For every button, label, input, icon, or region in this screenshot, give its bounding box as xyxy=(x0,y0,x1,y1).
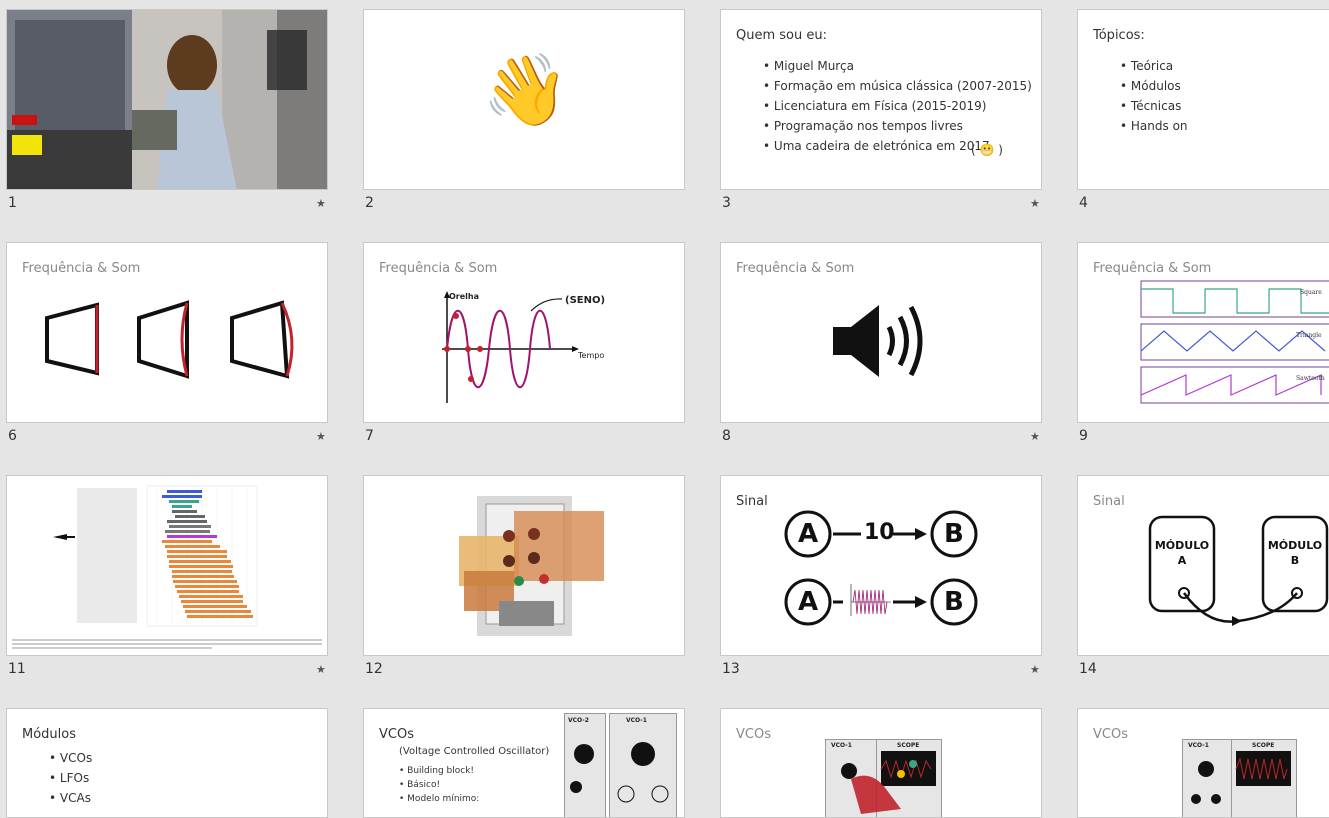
bullet: Teórica xyxy=(1120,59,1188,73)
wave-label-square: Square xyxy=(1300,289,1322,296)
scope-screen xyxy=(1191,751,1291,804)
star-icon: ★ xyxy=(1030,663,1040,676)
scope-screen xyxy=(841,751,936,814)
slide-thumbnail-15[interactable]: Módulos VCOs LFOs VCAs xyxy=(6,708,328,818)
slide-thumbnail-4[interactable]: Tópicos: Teórica Módulos Técnicas Hands … xyxy=(1077,9,1329,190)
slide-thumbnail-17[interactable]: VCOs VCO-1 SCOPE xyxy=(720,708,1042,818)
bullet: VCAs xyxy=(49,791,92,805)
slide-number: 14 xyxy=(1079,661,1097,677)
axis-label-ear: Orelha xyxy=(449,292,480,301)
wave-label-sawtooth: Sawtooth xyxy=(1296,375,1325,382)
hearing-range-chart xyxy=(12,485,322,649)
slide-thumbnail-13[interactable]: Sinal A B A B 10 xyxy=(720,475,1042,656)
module-label-line: A xyxy=(1177,554,1187,567)
bullet: Programação nos tempos livres xyxy=(763,119,1032,133)
slide-number: 3 xyxy=(722,195,731,211)
bullet: Hands on xyxy=(1120,119,1188,133)
slide-number: 6 xyxy=(8,428,17,444)
wave-label-triangle: Triangle xyxy=(1296,332,1322,339)
bullet: LFOs xyxy=(49,771,92,785)
star-icon: ★ xyxy=(1030,197,1040,210)
slide-thumbnail-9[interactable]: Frequência & Som Square Triangle Sawtoot… xyxy=(1077,242,1329,423)
slide-title: Módulos xyxy=(22,727,76,742)
slide-number: 9 xyxy=(1079,428,1088,444)
slide-number: 2 xyxy=(365,195,374,211)
slide-number: 12 xyxy=(365,661,383,677)
bullet: VCOs xyxy=(49,751,92,765)
speaker-cone-diagram xyxy=(45,300,294,379)
slide-number: 1 xyxy=(8,195,17,211)
speaker-volume-icon xyxy=(833,305,923,377)
bullet: Técnicas xyxy=(1120,99,1188,113)
star-icon: ★ xyxy=(316,663,326,676)
bullet: Módulos xyxy=(1120,79,1188,93)
bullet-list: VCOs LFOs VCAs xyxy=(49,751,92,811)
slide-number: 13 xyxy=(722,661,740,677)
slide-thumbnail-7[interactable]: Frequência & Som Orelha (SENO) Tempo xyxy=(363,242,685,423)
slide-thumbnail-16[interactable]: VCOs (Voltage Controlled Oscillator) Bui… xyxy=(363,708,685,818)
letter-a: A xyxy=(798,587,819,617)
signal-diagram xyxy=(784,510,978,626)
slide-number: 11 xyxy=(8,661,26,677)
slide-title: Tópicos: xyxy=(1093,28,1145,43)
module-photo-collage xyxy=(459,496,604,636)
bullet-list: Teórica Módulos Técnicas Hands on xyxy=(1120,59,1188,139)
bullet: Formação em música clássica (2007-2015) xyxy=(763,79,1032,93)
slide-number: 8 xyxy=(722,428,731,444)
slide-title: Quem sou eu: xyxy=(736,28,827,43)
module-a-label: MÓDULO A xyxy=(1150,538,1214,568)
letter-b: B xyxy=(944,519,964,549)
bullet: Miguel Murça xyxy=(763,59,1032,73)
waveform-diagram xyxy=(1140,280,1329,404)
module-label-line: B xyxy=(1290,554,1300,567)
signal-value: 10 xyxy=(864,520,895,545)
slide-thumbnail-12[interactable] xyxy=(363,475,685,656)
letter-b: B xyxy=(944,587,964,617)
waving-hand-icon: 👋 xyxy=(482,49,570,131)
slide-thumbnail-8[interactable]: Frequência & Som xyxy=(720,242,1042,423)
slide-thumbnail-14[interactable]: Sinal MÓDULO A MÓDULO B xyxy=(1077,475,1329,656)
vco-knobs xyxy=(570,742,669,803)
sine-wave-diagram xyxy=(442,291,579,403)
slide-thumbnail-2[interactable]: 👋 xyxy=(363,9,685,190)
star-icon: ★ xyxy=(1030,430,1040,443)
slide-thumbnail-11[interactable] xyxy=(6,475,328,656)
module-label-line: MÓDULO xyxy=(1267,539,1323,552)
slide-number: 7 xyxy=(365,428,374,444)
module-b-label: MÓDULO B xyxy=(1263,538,1327,568)
slide-number: 4 xyxy=(1079,195,1088,211)
grimace-emoji: ( 😬 ) xyxy=(971,143,1003,157)
module-label-line: MÓDULO xyxy=(1154,539,1210,552)
sine-label: (SENO) xyxy=(565,295,606,306)
slide-thumbnail-1[interactable] xyxy=(6,9,328,190)
letter-a: A xyxy=(798,519,819,549)
axis-label-time: Tempo xyxy=(578,351,605,360)
star-icon: ★ xyxy=(316,197,326,210)
star-icon: ★ xyxy=(316,430,326,443)
slide-thumbnail-3[interactable]: Quem sou eu: Miguel Murça Formação em mú… xyxy=(720,9,1042,190)
bullet: Licenciatura em Física (2015-2019) xyxy=(763,99,1032,113)
slide-thumbnail-6[interactable]: Frequência & Som xyxy=(6,242,328,423)
slide-thumbnail-18[interactable]: VCOs VCO-1 SCOPE xyxy=(1077,708,1329,818)
photo-synth-performer xyxy=(7,10,327,189)
